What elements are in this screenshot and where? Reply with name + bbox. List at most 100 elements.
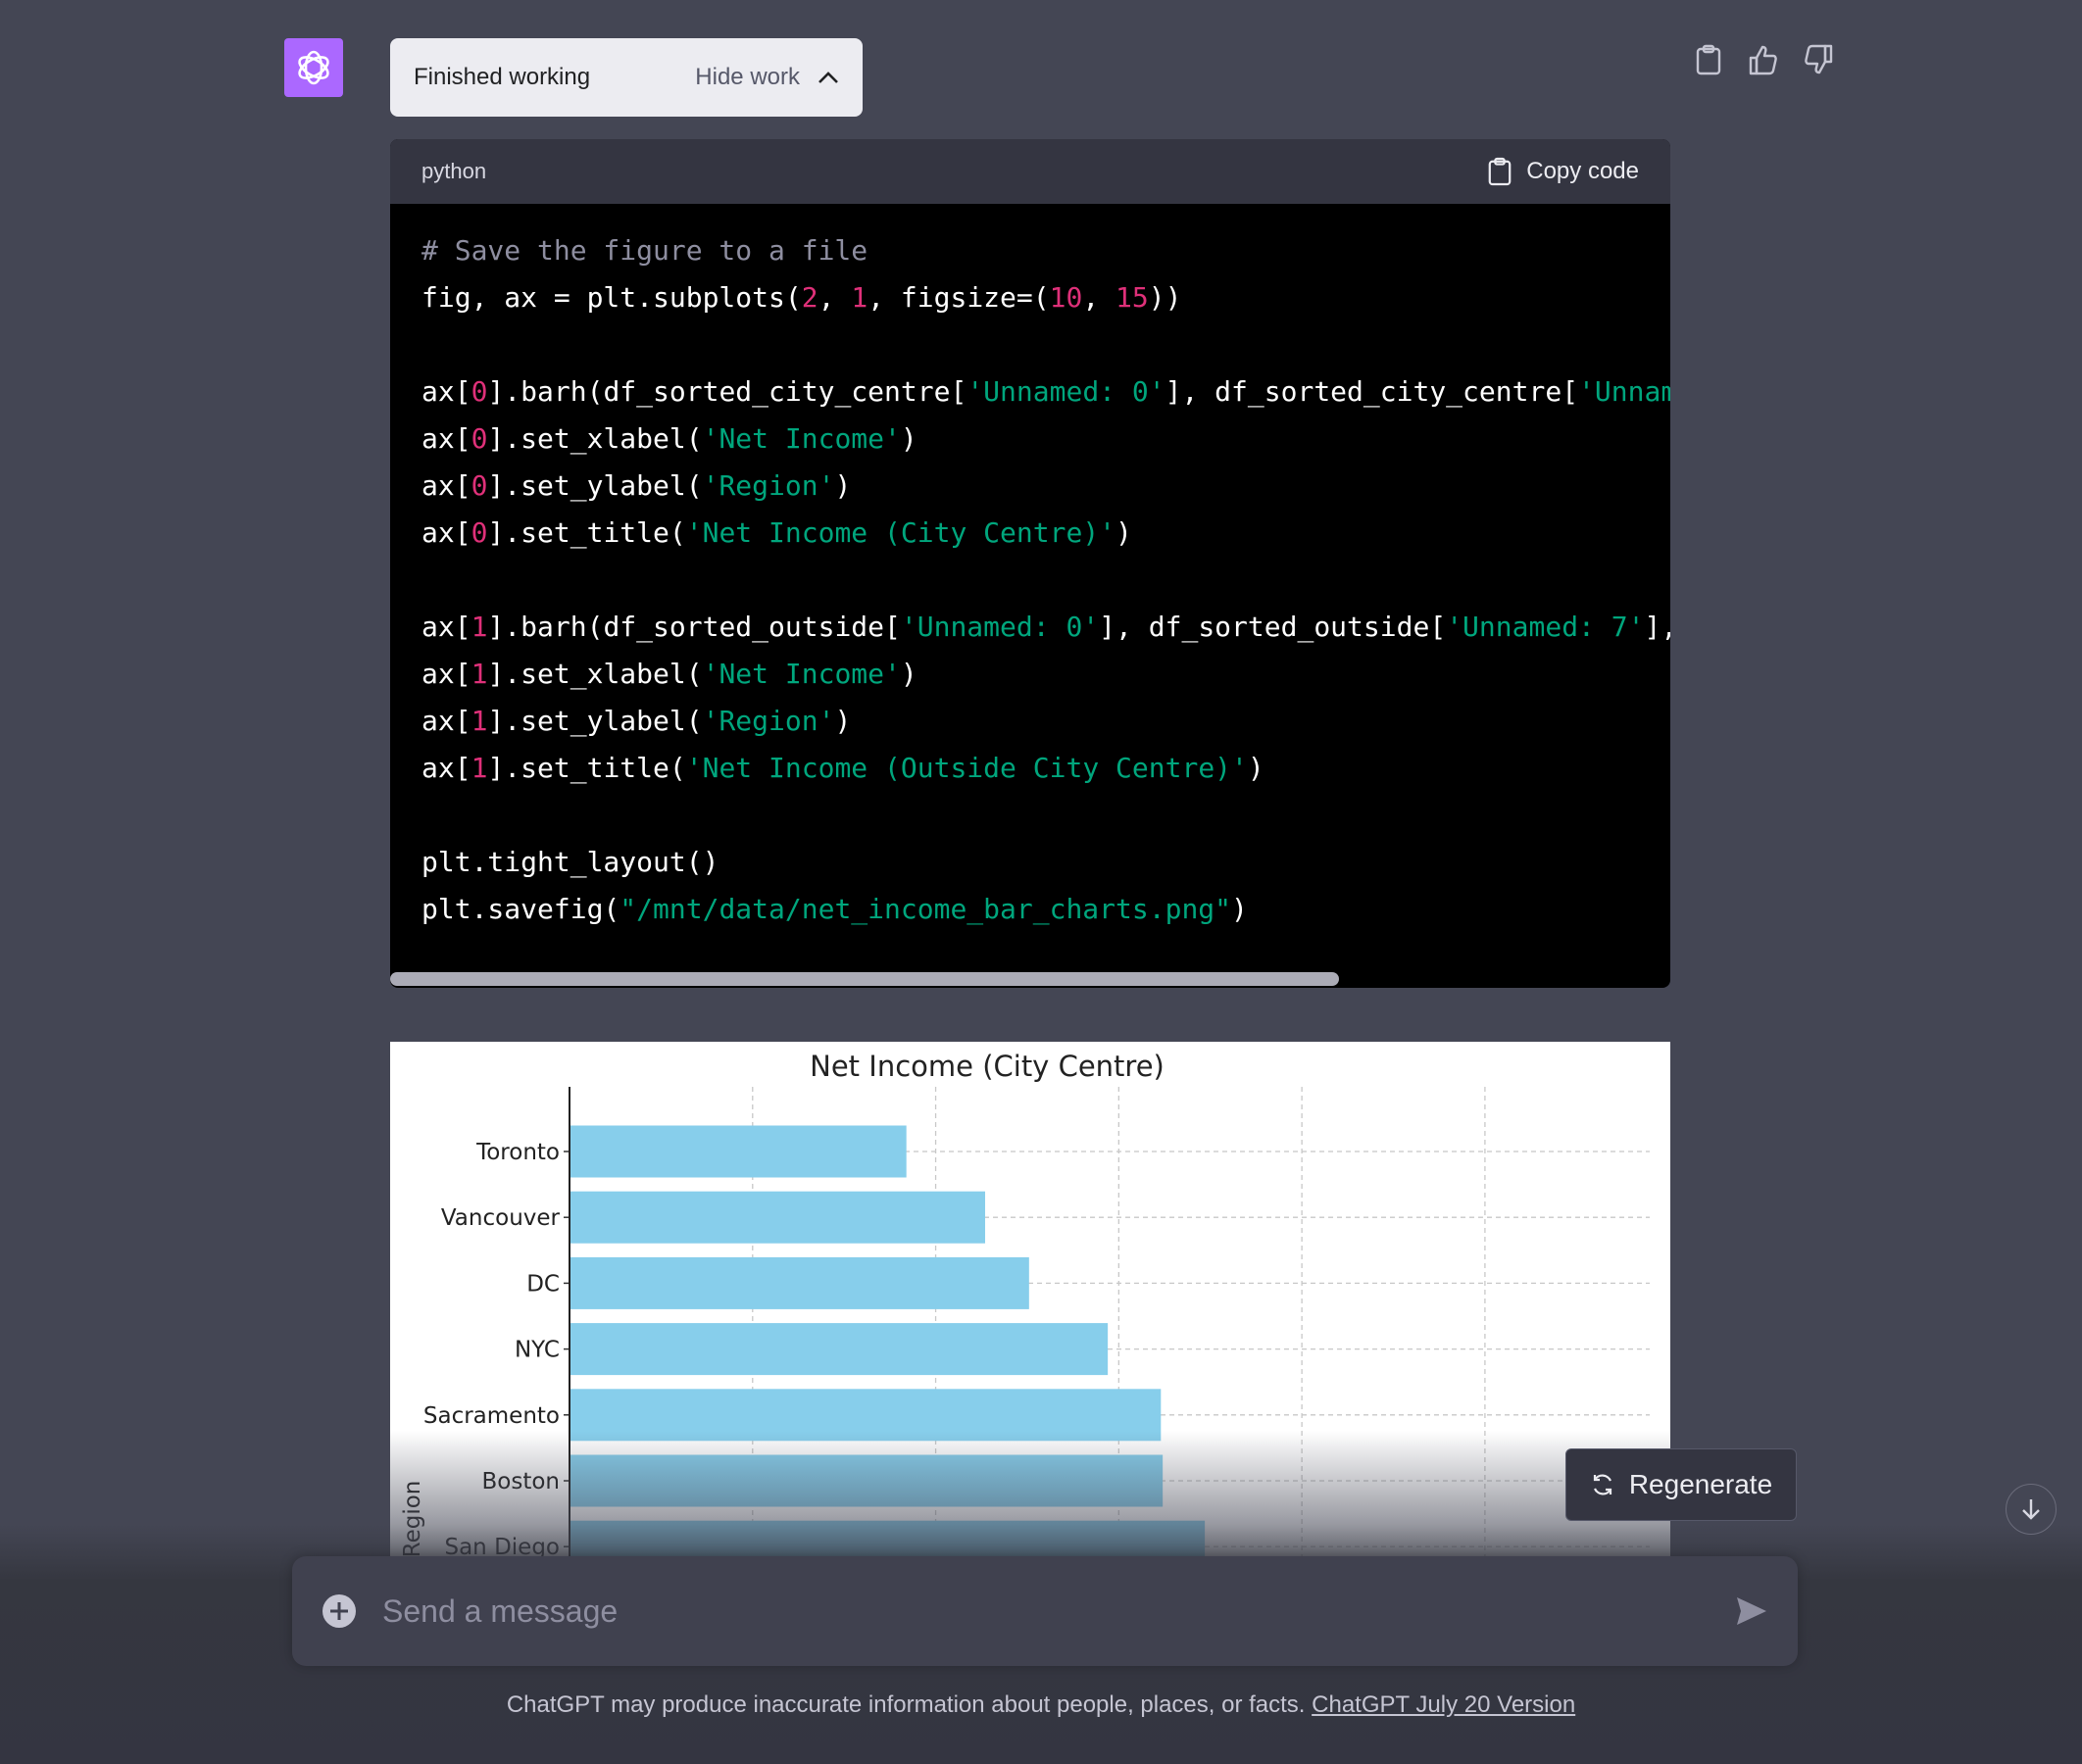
code-block-header: python Copy code xyxy=(390,139,1670,204)
code-horizontal-scrollbar[interactable] xyxy=(390,972,1339,986)
code-token: ].set_xlabel( xyxy=(487,658,703,690)
openai-logo-icon xyxy=(298,50,329,85)
refresh-icon xyxy=(1593,1474,1611,1495)
code-token: 'Region' xyxy=(702,705,835,737)
code-token: ax[ xyxy=(421,611,471,643)
code-line: plt.tight_layout() xyxy=(421,839,1639,886)
version-link[interactable]: ChatGPT July 20 Version xyxy=(1312,1691,1575,1718)
code-token: 'Unnamed: 0' xyxy=(900,611,1100,643)
code-token: ax[ xyxy=(421,752,471,784)
code-token: ].barh(df_sorted_city_centre[ xyxy=(487,375,967,408)
code-token: 1 xyxy=(471,705,488,737)
clipboard-icon[interactable] xyxy=(1692,43,1725,76)
plus-circle-icon[interactable] xyxy=(322,1593,357,1629)
thumbs-up-icon[interactable] xyxy=(1747,43,1780,76)
regenerate-button[interactable]: Regenerate xyxy=(1565,1448,1797,1521)
work-toggle-button[interactable]: Finished working Hide work xyxy=(390,38,863,117)
code-line: ax[0].set_ylabel('Region') xyxy=(421,463,1639,510)
code-token: ax[ xyxy=(421,658,471,690)
code-token: # Save the figure to a file xyxy=(421,234,868,267)
code-line: ax[1].set_ylabel('Region') xyxy=(421,698,1639,745)
y-tick-label: NYC xyxy=(515,1338,560,1363)
code-token: , xyxy=(818,281,852,314)
code-token: ) xyxy=(834,469,852,502)
copy-code-button[interactable]: Copy code xyxy=(1487,157,1639,186)
code-line: ax[1].set_xlabel('Net Income') xyxy=(421,651,1639,698)
code-token: 1 xyxy=(471,611,488,643)
chevron-up-icon xyxy=(818,72,838,83)
code-token: ax[ xyxy=(421,705,471,737)
code-token: 'Net Income (City Centre)' xyxy=(685,516,1116,549)
code-token: 0 xyxy=(471,516,488,549)
code-token: ].set_xlabel( xyxy=(487,422,703,455)
bar-dc xyxy=(570,1256,1029,1309)
code-token: 'Net Income' xyxy=(702,658,901,690)
arrow-down-icon xyxy=(2022,1499,2040,1520)
code-token: 1 xyxy=(471,752,488,784)
code-line: fig, ax = plt.subplots(2, 1, figsize=(10… xyxy=(421,274,1639,321)
code-line: ax[0].set_title('Net Income (City Centre… xyxy=(421,510,1639,557)
code-token: ], xyxy=(1644,611,1670,643)
scroll-to-bottom-button[interactable] xyxy=(2006,1484,2057,1535)
code-token: ax[ xyxy=(421,422,471,455)
y-tick-label: Vancouver xyxy=(441,1205,561,1231)
code-content: # Save the figure to a file fig, ax = plt… xyxy=(390,204,1670,929)
code-line: ax[1].barh(df_sorted_outside['Unnamed: 0… xyxy=(421,604,1670,651)
code-line: ax[1].set_title('Net Income (Outside Cit… xyxy=(421,745,1639,792)
code-token: 1 xyxy=(471,658,488,690)
regenerate-label: Regenerate xyxy=(1628,1469,1773,1499)
code-token: ax[ xyxy=(421,516,471,549)
clipboard-icon xyxy=(1488,157,1512,186)
send-icon[interactable] xyxy=(1735,1595,1768,1627)
code-line: ax[0].set_xlabel('Net Income') xyxy=(421,416,1639,463)
y-tick-label: DC xyxy=(526,1271,560,1297)
message-input[interactable] xyxy=(380,1592,1735,1631)
thumbs-down-icon[interactable] xyxy=(1802,43,1835,76)
code-token: 'Net Income (Outside City Centre)' xyxy=(685,752,1248,784)
chart-title: Net Income (City Centre) xyxy=(810,1050,1165,1083)
code-token: ) xyxy=(900,658,917,690)
code-token: 'Region' xyxy=(702,469,835,502)
code-token: ].barh(df_sorted_outside[ xyxy=(487,611,901,643)
code-token: 'Unnamed: 7' xyxy=(1446,611,1645,643)
code-token: ].set_ylabel( xyxy=(487,705,703,737)
code-token: 'Net Income' xyxy=(702,422,901,455)
footer-disclaimer: ChatGPT may produce inaccurate informati… xyxy=(0,1691,2082,1719)
code-token: 1 xyxy=(851,281,868,314)
code-token: 0 xyxy=(471,375,488,408)
y-tick-label: Toronto xyxy=(475,1140,560,1165)
bar-vancouver xyxy=(570,1191,985,1244)
code-line: plt.savefig("/mnt/data/net_income_bar_ch… xyxy=(421,886,1639,929)
bar-toronto xyxy=(570,1125,907,1178)
code-block: python Copy code # Save the figure to a … xyxy=(390,139,1670,988)
code-line: # Save the figure to a file xyxy=(421,227,1639,274)
code-token: ].set_ylabel( xyxy=(487,469,703,502)
disclaimer-text: ChatGPT may produce inaccurate informati… xyxy=(506,1691,1306,1718)
code-token: 0 xyxy=(471,469,488,502)
code-token: ax[ xyxy=(421,469,471,502)
code-token: ) xyxy=(1231,893,1248,925)
code-token: ], df_sorted_outside[ xyxy=(1099,611,1447,643)
code-token: 'Unnam xyxy=(1578,375,1670,408)
assistant-avatar xyxy=(284,38,343,97)
code-token: 'Unnamed: 0' xyxy=(967,375,1165,408)
code-token: ) xyxy=(1115,516,1132,549)
code-token: ) xyxy=(1247,752,1264,784)
work-status: Finished working xyxy=(414,64,591,90)
code-token: 0 xyxy=(471,422,488,455)
code-token: , figsize=( xyxy=(868,281,1050,314)
code-token: )) xyxy=(1148,281,1182,314)
y-tick-label: Sacramento xyxy=(423,1403,560,1429)
code-language: python xyxy=(421,159,487,183)
code-token: fig, ax = plt.subplots( xyxy=(421,281,802,314)
code-token: plt.tight_layout() xyxy=(421,846,719,878)
code-token: ].set_title( xyxy=(487,516,686,549)
code-token: "/mnt/data/net_income_bar_charts.png" xyxy=(620,893,1232,925)
code-token: ax[ xyxy=(421,375,471,408)
code-token: , xyxy=(1082,281,1116,314)
message-composer xyxy=(292,1556,1798,1666)
code-token: ) xyxy=(834,705,852,737)
